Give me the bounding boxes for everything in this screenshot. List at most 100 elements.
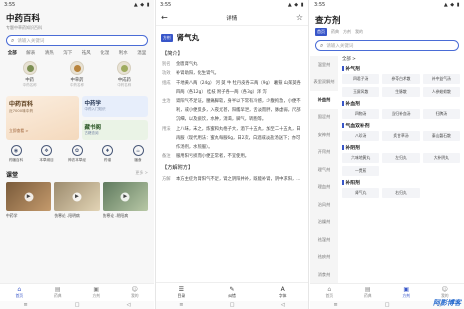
formula-chip[interactable]: 补中益气汤 bbox=[422, 74, 460, 84]
home-button-icon[interactable]: □ bbox=[385, 302, 390, 308]
shortcut-compendium[interactable]: ❖ 本草纲目 bbox=[35, 145, 59, 163]
tab-home[interactable]: ⌂ 首页 bbox=[0, 284, 39, 301]
more-link[interactable]: 更多 > bbox=[135, 170, 148, 179]
back-button-icon[interactable]: ◁ bbox=[281, 302, 285, 308]
pharmacology-card[interactable]: 中药学 中药入门知识 bbox=[81, 96, 148, 117]
herb-item[interactable]: 中草药 中药名称 bbox=[69, 61, 84, 88]
formula-chip[interactable]: 当归补血汤 bbox=[382, 109, 420, 119]
formula-chip[interactable]: 一贯煎 bbox=[342, 166, 380, 176]
formula-chip[interactable]: 玉屏风散 bbox=[342, 87, 380, 97]
source-tabs: 首页 药典 方剂 我的 bbox=[315, 28, 459, 36]
formula-chip[interactable]: 生脉散 bbox=[382, 87, 420, 97]
home-button-icon[interactable]: □ bbox=[75, 302, 80, 308]
formula-chip[interactable]: 大补阴丸 bbox=[422, 153, 460, 163]
formula-chip[interactable]: 炙甘草汤 bbox=[382, 131, 420, 141]
sidebar-item[interactable]: 治燥剂 bbox=[310, 214, 338, 232]
toc-button[interactable]: ☰ 目录 bbox=[156, 283, 207, 301]
shortcut-meals[interactable]: ☕ 膳食 bbox=[126, 145, 150, 163]
star-icon[interactable]: ☆ bbox=[296, 13, 303, 22]
accent-bar bbox=[342, 66, 344, 71]
lesson-card[interactable]: ▶ 中药学 bbox=[6, 182, 52, 219]
herb-icon bbox=[22, 61, 37, 75]
shortcut-recipes[interactable]: ♦ 药谱 bbox=[96, 145, 120, 163]
formula-chip[interactable]: 参苓白术散 bbox=[382, 74, 420, 84]
sidebar-item[interactable]: 理气剂 bbox=[310, 161, 338, 179]
sidebar-item[interactable]: 表里双解剂 bbox=[310, 74, 338, 92]
font-icon: A bbox=[280, 285, 285, 293]
empty-slot bbox=[423, 188, 460, 198]
source-tab[interactable]: 方剂 bbox=[343, 29, 351, 35]
tab-label: 药典 bbox=[53, 293, 62, 298]
category-tab[interactable]: 祛风 bbox=[77, 50, 96, 56]
home-screen: 3:55 ▲ ◆ ▮ 中药百科 专题中草药知识百科 ⌕ 请输入关键词 全部 解表… bbox=[0, 0, 154, 309]
all-link[interactable]: 全部 > bbox=[342, 56, 460, 62]
shortcut-shennong[interactable]: ✿ 神农本草经 bbox=[65, 145, 89, 163]
formula-chip[interactable]: 左归丸 bbox=[382, 153, 420, 163]
category-tab[interactable]: 化湿 bbox=[96, 50, 115, 56]
category-tab[interactable]: 温里 bbox=[133, 50, 152, 56]
font-button[interactable]: A 字体 bbox=[257, 283, 308, 301]
formula-chip[interactable]: 归脾汤 bbox=[422, 109, 460, 119]
search-input[interactable]: ⌕ 请输入关键词 bbox=[315, 40, 459, 51]
card-subtitle: 古籍查阅 bbox=[84, 130, 99, 135]
herb-item[interactable]: 中药 中药名称 bbox=[22, 61, 37, 88]
encyclopedia-card[interactable]: 中药百科 近7000味中药 立即查看 > bbox=[6, 96, 79, 140]
source-tab[interactable]: 首页 bbox=[315, 28, 327, 36]
formula-browser-screen: 3:55 ▲ ◆ ▮ 查方剂 首页 药典 方剂 我的 ⌕ 请输入关键词 温里剂 … bbox=[310, 0, 464, 309]
lesson-card[interactable]: ▶ 伤寒论 -阴阳病 bbox=[102, 182, 148, 219]
formula-chip[interactable]: 四君子汤 bbox=[342, 74, 380, 84]
tab-pharmacopoeia[interactable]: ▤ 药典 bbox=[39, 284, 78, 301]
formula-chip[interactable]: 四物汤 bbox=[342, 109, 380, 119]
tab-profile[interactable]: ☺ 我的 bbox=[116, 284, 155, 301]
back-button-icon[interactable]: ◁ bbox=[127, 302, 131, 308]
shortcut-label: 本草纲目 bbox=[39, 158, 54, 162]
search-placeholder: 请输入关键词 bbox=[326, 43, 354, 49]
sidebar-item[interactable]: 治风剂 bbox=[310, 196, 338, 214]
back-arrow-icon[interactable]: ← bbox=[161, 13, 168, 22]
sidebar-item[interactable]: 安神剂 bbox=[310, 126, 338, 144]
formula-chip[interactable]: 右归丸 bbox=[382, 188, 420, 198]
sidebar-item[interactable]: 固涩剂 bbox=[310, 109, 338, 127]
sidebar-item[interactable]: 祛痰剂 bbox=[310, 249, 338, 267]
field-value: 金匮肾气丸 bbox=[176, 62, 198, 68]
sidebar-item[interactable]: 温里剂 bbox=[310, 56, 338, 74]
lesson-card[interactable]: ▶ 伤寒论 -阳明病 bbox=[54, 182, 100, 219]
status-bar: 3:55 ▲ ◆ ▮ bbox=[0, 0, 154, 10]
category-tab[interactable]: 全部 bbox=[3, 50, 22, 56]
sidebar-item[interactable]: 祛湿剂 bbox=[310, 231, 338, 249]
tab-formulas[interactable]: ▣ 方剂 bbox=[387, 284, 426, 301]
report-error-button[interactable]: ✎ 纠错 bbox=[207, 283, 258, 301]
library-card[interactable]: 藏书阁 古籍查阅 bbox=[81, 119, 148, 140]
field-value: 干地黄八两（24g） 河 萸 牛 牡丹皮各三两（9g） 薯蓣 山茱萸各四两（各1… bbox=[176, 80, 301, 95]
home-button-icon[interactable]: □ bbox=[230, 302, 235, 308]
source-tab[interactable]: 我的 bbox=[355, 29, 363, 35]
tab-label: 纠错 bbox=[228, 292, 236, 298]
shortcut-diet[interactable]: ◉ 药膳百科 bbox=[4, 145, 28, 163]
menu-icon[interactable]: ≡ bbox=[179, 302, 183, 308]
formula-chip[interactable]: 八珍汤 bbox=[342, 131, 380, 141]
category-tab[interactable]: 泻下 bbox=[59, 50, 78, 56]
card-link[interactable]: 立即查看 > bbox=[9, 128, 29, 134]
accent-bar bbox=[342, 180, 344, 185]
sidebar-item[interactable]: 开窍剂 bbox=[310, 144, 338, 162]
source-tab[interactable]: 药典 bbox=[331, 29, 339, 35]
herb-item[interactable]: 中成药 中药名称 bbox=[117, 61, 132, 88]
tab-home[interactable]: ⌂ 首页 bbox=[310, 284, 349, 301]
category-tab[interactable]: 利水 bbox=[114, 50, 133, 56]
category-tab[interactable]: 解表 bbox=[22, 50, 41, 56]
menu-icon[interactable]: ≡ bbox=[24, 302, 28, 308]
sidebar-item-active[interactable]: 补益剂 bbox=[310, 91, 338, 109]
menu-icon[interactable]: ≡ bbox=[334, 302, 338, 308]
type-badge: 方剂 bbox=[161, 33, 173, 42]
tab-formulas[interactable]: ▣ 方剂 bbox=[77, 284, 116, 301]
formula-chip[interactable]: 肾气丸 bbox=[342, 188, 380, 198]
formula-chip[interactable]: 六味地黄丸 bbox=[342, 153, 380, 163]
tab-pharmacopoeia[interactable]: ▤ 药典 bbox=[349, 284, 388, 301]
field-label: 备注 bbox=[162, 154, 171, 160]
category-tab[interactable]: 清热 bbox=[40, 50, 59, 56]
search-input[interactable]: ⌕ 请输入关键词 bbox=[6, 35, 148, 46]
sidebar-item[interactable]: 理血剂 bbox=[310, 179, 338, 197]
sidebar-item[interactable]: 消食剂 bbox=[310, 266, 338, 284]
formula-chip[interactable]: 人参蛤蚧散 bbox=[422, 87, 460, 97]
formula-chip[interactable]: 泰山磐石散 bbox=[422, 131, 460, 141]
